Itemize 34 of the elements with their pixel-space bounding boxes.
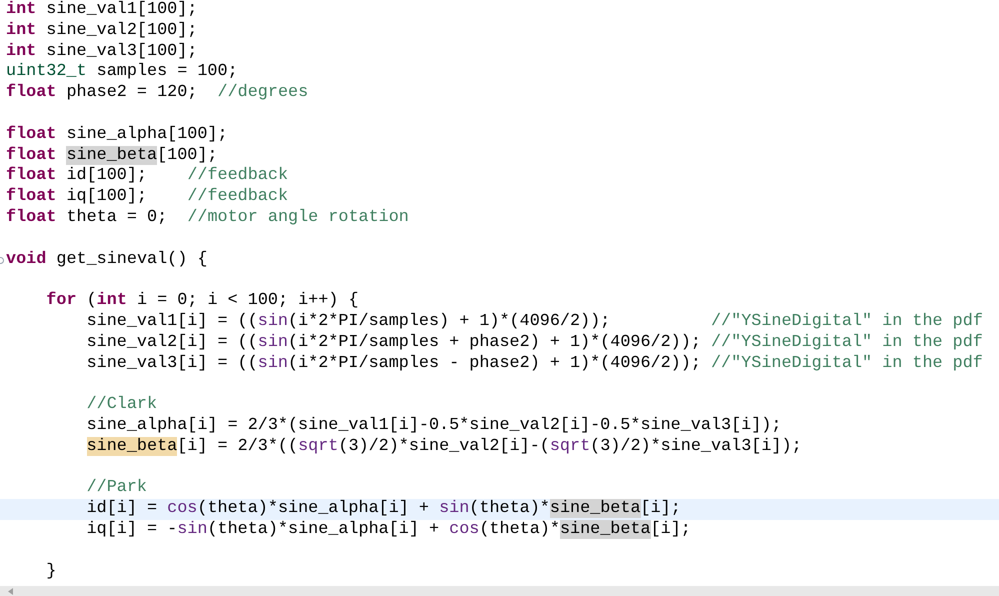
code-comment: //feedback bbox=[187, 166, 288, 186]
code-text: sine_beta[i] = 2/3*((sqrt(3)/2)*sine_val2[i]-(sqrt(3)/2)*sine_val3[i]); bbox=[86, 436, 802, 456]
code-text: sine_val1[i] = ((sin(i*2*PI/samples) + 1)*(4096/2)); bbox=[86, 312, 610, 331]
code-comment: //"YSineDigital" in the pdf bbox=[710, 354, 983, 373]
code-comment: //degrees bbox=[218, 83, 308, 102]
code-text: id[i] = bbox=[86, 499, 158, 518]
code-text: int sine_val3[100]; bbox=[6, 42, 198, 61]
code-text: float phase2 = 120; bbox=[6, 83, 198, 102]
code-text: int sine_val2[100]; bbox=[6, 20, 198, 40]
code-text: float bbox=[6, 146, 56, 165]
scroll-left-icon[interactable] bbox=[8, 588, 13, 594]
code-text: } bbox=[46, 562, 56, 581]
horizontal-scrollbar[interactable] bbox=[0, 586, 999, 596]
code-text: float sine_alpha[100]; bbox=[6, 124, 228, 144]
code-comment: //"YSineDigital" in the pdf bbox=[710, 332, 983, 352]
code-text: float id[100]; bbox=[6, 166, 148, 186]
code-text: sin(theta)*sine_beta[i]; bbox=[439, 499, 681, 518]
code-text: void get_sineval() { bbox=[6, 250, 208, 269]
code-text: sine_val2[i] = ((sin(i*2*PI/samples + phase2) + 1)*(4096/2)); bbox=[86, 332, 701, 352]
code-text: int sine_val1[100]; bbox=[6, 0, 198, 19]
code-comment: //feedback bbox=[187, 187, 288, 206]
code-text: cos(theta)*sine_beta[i]; bbox=[449, 520, 691, 539]
code-text: float theta = 0; bbox=[6, 208, 168, 227]
code-comment: //motor angle rotation bbox=[187, 208, 409, 227]
code-comment: //"YSineDigital" in the pdf bbox=[710, 312, 983, 331]
code-text: iq[i] = -sin(theta)*sine_alpha[i] + bbox=[86, 520, 440, 539]
code-text: for (int i = 0; i < 100; i++) { bbox=[46, 291, 359, 310]
code-text: sine_val3[i] = ((sin(i*2*PI/samples - phase2) + 1)*(4096/2)); bbox=[86, 354, 701, 373]
code-text: uint32_t samples = 100; bbox=[6, 62, 238, 82]
code-text: cos(theta)*sine_alpha[i] + bbox=[167, 499, 429, 518]
code-comment: //Clark bbox=[86, 395, 158, 414]
code-text: sine_alpha[i] = 2/3*(sine_val1[i]-0.5*sine_val2[i]-0.5*sine_val3[i]); bbox=[86, 416, 782, 435]
code-text: float iq[100]; bbox=[6, 187, 148, 206]
code-comment: //Park bbox=[86, 478, 148, 498]
